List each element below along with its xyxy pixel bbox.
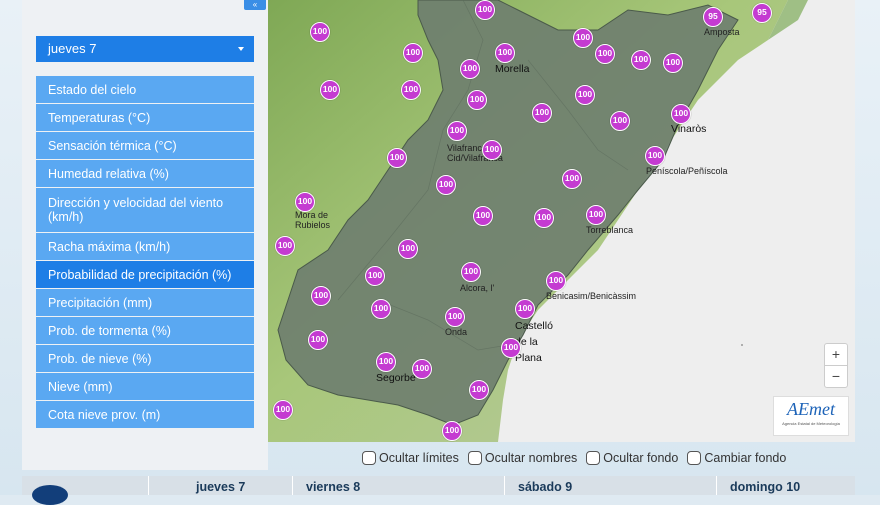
precipitation-marker[interactable]: 100: [311, 286, 331, 306]
chevron-down-icon: [238, 47, 244, 51]
city-amposta: Amposta: [704, 27, 740, 37]
precipitation-marker[interactable]: 100: [371, 299, 391, 319]
city-peniscola: Peníscola/Peñíscola: [646, 166, 728, 176]
day-select-value: jueves 7: [48, 41, 97, 56]
precipitation-marker[interactable]: 100: [671, 104, 691, 124]
city-morella: Morella: [495, 63, 530, 75]
precipitation-marker[interactable]: 100: [376, 352, 396, 372]
checkbox-icon[interactable]: [687, 451, 702, 465]
precipitation-marker[interactable]: 100: [387, 148, 407, 168]
menu-item-humedad[interactable]: Humedad relativa (%): [36, 160, 254, 187]
toggle-cambiar-fondo[interactable]: Cambiar fondo: [687, 451, 786, 465]
city-mora-de-rubielos: Mora de Rubielos: [295, 210, 331, 230]
precipitation-marker[interactable]: 100: [515, 299, 535, 319]
precipitation-marker[interactable]: 100: [308, 330, 328, 350]
menu-item-estado-cielo[interactable]: Estado del cielo: [36, 76, 254, 103]
tab-divider: [504, 476, 505, 495]
precipitation-marker[interactable]: 100: [595, 44, 615, 64]
aemet-logo[interactable]: AEmet Agencia Estatal de Meteorología: [773, 396, 849, 436]
precipitation-marker[interactable]: 100: [403, 43, 423, 63]
logo-subtext: Agencia Estatal de Meteorología: [782, 421, 840, 426]
zoom-control: + −: [824, 343, 848, 388]
precipitation-marker[interactable]: 100: [469, 380, 489, 400]
precipitation-marker[interactable]: 100: [447, 121, 467, 141]
zoom-out-button[interactable]: −: [825, 365, 847, 387]
precipitation-marker[interactable]: 100: [562, 169, 582, 189]
precipitation-marker[interactable]: 100: [482, 140, 502, 160]
precipitation-marker[interactable]: 100: [534, 208, 554, 228]
tab-divider: [716, 476, 717, 495]
precipitation-marker[interactable]: 100: [501, 338, 521, 358]
menu-item-cota-nieve[interactable]: Cota nieve prov. (m): [36, 401, 254, 428]
precipitation-marker[interactable]: 95: [752, 3, 772, 23]
precipitation-marker[interactable]: 100: [365, 266, 385, 286]
tab-sabado[interactable]: sábado 9: [518, 476, 572, 495]
toggle-ocultar-nombres[interactable]: Ocultar nombres: [467, 451, 577, 465]
menu-item-prob-nieve[interactable]: Prob. de nieve (%): [36, 345, 254, 372]
collapse-panel-button[interactable]: «: [244, 0, 266, 10]
precipitation-marker[interactable]: 100: [460, 59, 480, 79]
precipitation-marker[interactable]: 100: [573, 28, 593, 48]
globe-icon: [32, 485, 68, 505]
tab-divider: [292, 476, 293, 495]
precipitation-marker[interactable]: 100: [461, 262, 481, 282]
city-castello: Castelló de la Plana: [515, 320, 553, 364]
precipitation-marker[interactable]: 100: [442, 421, 462, 441]
menu-item-sensacion-termica[interactable]: Sensación térmica (°C): [36, 132, 254, 159]
menu-item-nieve[interactable]: Nieve (mm): [36, 373, 254, 400]
city-onda: Onda: [445, 327, 468, 337]
tab-domingo[interactable]: domingo 10: [730, 476, 800, 495]
precipitation-marker[interactable]: 100: [475, 0, 495, 20]
city-alcora: Alcora, l': [460, 283, 495, 293]
toggle-ocultar-fondo[interactable]: Ocultar fondo: [586, 451, 678, 465]
city-vinaros: Vinaròs: [671, 123, 707, 135]
precipitation-marker[interactable]: 100: [445, 307, 465, 327]
precipitation-marker[interactable]: 100: [610, 111, 630, 131]
precipitation-marker[interactable]: 100: [310, 22, 330, 42]
day-select[interactable]: jueves 7: [36, 36, 254, 62]
precipitation-marker[interactable]: 100: [295, 192, 315, 212]
logo-text: AEmet: [787, 399, 835, 419]
city-segorbe: Segorbe: [376, 372, 416, 384]
precipitation-marker[interactable]: 100: [398, 239, 418, 259]
precipitation-marker[interactable]: 100: [401, 80, 421, 100]
precipitation-marker[interactable]: 100: [320, 80, 340, 100]
precipitation-marker[interactable]: 100: [546, 271, 566, 291]
precipitation-marker[interactable]: 100: [663, 53, 683, 73]
checkbox-icon[interactable]: [586, 451, 601, 465]
menu-item-viento[interactable]: Dirección y velocidad del viento (km/h): [36, 188, 254, 232]
menu-item-prob-tormenta[interactable]: Prob. de tormenta (%): [36, 317, 254, 344]
variable-menu: Estado del cielo Temperaturas (°C) Sensa…: [36, 76, 254, 429]
precipitation-marker[interactable]: 100: [645, 146, 665, 166]
map-terrain: [268, 0, 855, 442]
toggle-ocultar-limites[interactable]: Ocultar límites: [362, 451, 459, 465]
precipitation-marker[interactable]: 100: [275, 236, 295, 256]
checkbox-icon[interactable]: [362, 451, 376, 465]
precipitation-marker[interactable]: 100: [412, 359, 432, 379]
zoom-in-button[interactable]: +: [825, 344, 847, 365]
precipitation-marker[interactable]: 100: [586, 205, 606, 225]
forecast-map[interactable]: Morella Amposta Vinaròs Vilafranca del C…: [268, 0, 855, 442]
checkbox-icon[interactable]: [467, 451, 482, 465]
tab-jueves[interactable]: jueves 7: [196, 476, 245, 495]
tab-divider: [148, 476, 149, 495]
precipitation-marker[interactable]: 100: [532, 103, 552, 123]
precipitation-marker[interactable]: 100: [273, 400, 293, 420]
map-toggles: Ocultar límites Ocultar nombres Ocultar …: [362, 451, 786, 465]
city-torreblanca: Torreblanca: [586, 225, 634, 235]
menu-item-precipitacion[interactable]: Precipitación (mm): [36, 289, 254, 316]
menu-item-racha-maxima[interactable]: Racha máxima (km/h): [36, 233, 254, 260]
precipitation-marker[interactable]: 100: [473, 206, 493, 226]
menu-item-prob-precipitacion[interactable]: Probabilidad de precipitación (%): [36, 261, 254, 288]
precipitation-marker[interactable]: 100: [495, 43, 515, 63]
city-benicasim: Benicasim/Benicàssim: [546, 291, 637, 301]
precipitation-marker[interactable]: 100: [467, 90, 487, 110]
precipitation-marker[interactable]: 100: [436, 175, 456, 195]
precipitation-marker[interactable]: 100: [631, 50, 651, 70]
menu-item-temperaturas[interactable]: Temperaturas (°C): [36, 104, 254, 131]
precipitation-marker[interactable]: 100: [575, 85, 595, 105]
precipitation-marker[interactable]: 95: [703, 7, 723, 27]
tab-viernes[interactable]: viernes 8: [306, 476, 360, 495]
